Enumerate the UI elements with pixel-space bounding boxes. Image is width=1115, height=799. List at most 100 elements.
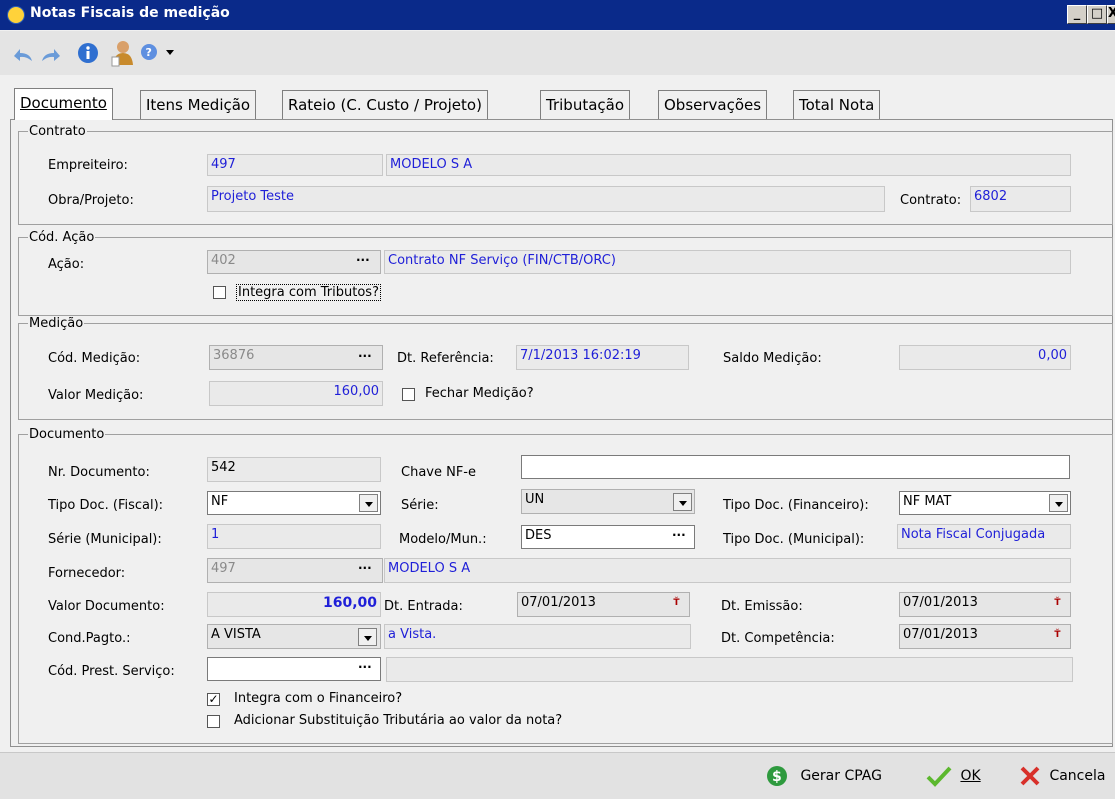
integra-tributos-checkbox[interactable] bbox=[213, 286, 226, 299]
contrato-label: Contrato: bbox=[900, 193, 962, 208]
valor-medicao-label: Valor Medição: bbox=[48, 388, 144, 403]
cond-pagto-label: Cond.Pagto.: bbox=[48, 631, 131, 646]
maximize-button[interactable]: □ bbox=[1087, 5, 1107, 24]
dt-entrada-field[interactable]: 07/01/2013 bbox=[517, 592, 690, 617]
fornecedor-code-field[interactable]: 497 bbox=[207, 558, 383, 583]
fechar-medicao-checkbox[interactable] bbox=[402, 388, 415, 401]
group-contrato-legend: Contrato bbox=[28, 124, 87, 139]
serie-dropdown-icon[interactable] bbox=[673, 493, 692, 511]
dt-emissao-label: Dt. Emissão: bbox=[721, 599, 803, 614]
tab-total-nota[interactable]: Total Nota bbox=[793, 90, 881, 119]
modelo-mun-input[interactable]: DES bbox=[521, 525, 695, 549]
dt-entrada-calendar-icon[interactable]: Ť bbox=[668, 595, 685, 612]
x-icon bbox=[1020, 766, 1040, 786]
dt-competencia-field[interactable]: 07/01/2013 bbox=[899, 624, 1071, 649]
substituicao-tributaria-label: Adicionar Substituição Tributária ao val… bbox=[234, 713, 563, 728]
acao-desc-field[interactable]: Contrato NF Serviço (FIN/CTB/ORC) bbox=[384, 250, 1071, 274]
undo-icon[interactable] bbox=[10, 44, 34, 64]
tab-documento[interactable]: Documento bbox=[14, 88, 113, 120]
group-medicao-legend: Medição bbox=[28, 316, 85, 331]
empreiteiro-code-field[interactable]: 497 bbox=[207, 154, 383, 176]
obra-field[interactable]: Projeto Teste bbox=[207, 186, 885, 212]
acao-lookup-button[interactable]: ··· bbox=[356, 253, 370, 267]
saldo-medicao-field[interactable]: 0,00 bbox=[899, 345, 1071, 370]
dt-competencia-calendar-icon[interactable]: Ť bbox=[1049, 627, 1066, 644]
dt-referencia-field[interactable]: 7/1/2013 16:02:19 bbox=[516, 345, 689, 370]
window-title: Notas Fiscais de medição bbox=[30, 5, 230, 21]
tipo-doc-financeiro-dropdown-icon[interactable] bbox=[1049, 494, 1068, 512]
dt-emissao-field[interactable]: 07/01/2013 bbox=[899, 592, 1071, 617]
redo-icon[interactable] bbox=[40, 44, 64, 64]
group-documento-legend: Documento bbox=[28, 427, 106, 442]
group-medicao bbox=[18, 323, 1113, 420]
integra-financeiro-checkbox[interactable]: ✓ bbox=[207, 693, 220, 706]
obra-label: Obra/Projeto: bbox=[48, 193, 134, 208]
tipo-doc-municipal-field[interactable]: Nota Fiscal Conjugada bbox=[897, 524, 1071, 549]
tipo-doc-financeiro-select[interactable]: NF MAT bbox=[899, 491, 1071, 515]
cod-prest-servico-input[interactable] bbox=[207, 657, 381, 681]
close-button[interactable]: X bbox=[1107, 5, 1115, 24]
group-acao bbox=[18, 237, 1113, 316]
user-icon[interactable] bbox=[110, 39, 136, 67]
cod-medicao-label: Cód. Medição: bbox=[48, 351, 141, 366]
serie-municipal-field[interactable]: 1 bbox=[207, 524, 381, 549]
tipo-doc-fiscal-label: Tipo Doc. (Fiscal): bbox=[48, 498, 164, 513]
integra-financeiro-label: Integra com o Financeiro? bbox=[234, 691, 403, 706]
cod-prest-servico-desc-field[interactable] bbox=[386, 657, 1073, 682]
ok-button[interactable]: OK bbox=[926, 765, 981, 787]
group-documento bbox=[18, 434, 1113, 744]
fechar-medicao-label: Fechar Medição? bbox=[425, 386, 534, 401]
cod-medicao-field[interactable]: 36876 bbox=[209, 345, 383, 370]
dt-competencia-label: Dt. Competência: bbox=[721, 631, 835, 646]
cod-prest-servico-label: Cód. Prest. Serviço: bbox=[48, 664, 175, 679]
tab-observacoes[interactable]: Observações bbox=[658, 90, 768, 119]
money-icon: $ bbox=[767, 766, 787, 786]
checkmark-icon bbox=[926, 766, 952, 787]
valor-medicao-field[interactable]: 160,00 bbox=[209, 381, 383, 406]
fornecedor-lookup-button[interactable]: ··· bbox=[358, 561, 372, 575]
valor-documento-label: Valor Documento: bbox=[48, 599, 165, 614]
tipo-doc-municipal-label: Tipo Doc. (Municipal): bbox=[723, 532, 865, 547]
help-icon[interactable]: ? bbox=[140, 43, 180, 63]
cond-pagto-desc-field[interactable]: a Vista. bbox=[384, 624, 691, 649]
title-bar: Notas Fiscais de medição _ □ X bbox=[0, 0, 1115, 30]
dt-referencia-label: Dt. Referência: bbox=[397, 351, 494, 366]
valor-documento-field[interactable]: 160,00 bbox=[207, 592, 381, 617]
fornecedor-name-field[interactable]: MODELO S A bbox=[384, 558, 1071, 583]
fornecedor-label: Fornecedor: bbox=[48, 566, 126, 581]
nr-documento-field[interactable]: 542 bbox=[207, 457, 381, 482]
toolbar: ? bbox=[0, 31, 1115, 75]
serie-select[interactable]: UN bbox=[521, 489, 695, 514]
cond-pagto-select[interactable]: A VISTA bbox=[207, 624, 381, 649]
substituicao-tributaria-checkbox[interactable] bbox=[207, 715, 220, 728]
info-icon[interactable] bbox=[76, 41, 100, 65]
dt-entrada-label: Dt. Entrada: bbox=[384, 599, 463, 614]
contrato-field[interactable]: 6802 bbox=[970, 186, 1071, 212]
serie-label: Série: bbox=[401, 498, 439, 513]
group-acao-legend: Cód. Ação bbox=[28, 230, 96, 245]
tipo-doc-fiscal-select[interactable]: NF bbox=[207, 491, 381, 515]
cod-medicao-lookup-button[interactable]: ··· bbox=[358, 349, 372, 363]
tab-tributacao[interactable]: Tributação bbox=[540, 90, 631, 119]
tipo-doc-financeiro-label: Tipo Doc. (Financeiro): bbox=[723, 498, 869, 513]
app-icon bbox=[7, 6, 25, 24]
empreiteiro-name-field[interactable]: MODELO S A bbox=[386, 154, 1071, 176]
dt-emissao-calendar-icon[interactable]: Ť bbox=[1049, 595, 1066, 612]
serie-municipal-label: Série (Municipal): bbox=[48, 532, 162, 547]
svg-text:?: ? bbox=[146, 46, 152, 59]
minimize-button[interactable]: _ bbox=[1067, 5, 1087, 24]
tab-itens-medicao[interactable]: Itens Medição bbox=[140, 90, 257, 119]
empreiteiro-label: Empreiteiro: bbox=[48, 158, 128, 173]
cancela-button[interactable]: Cancela bbox=[1019, 765, 1105, 787]
chave-nfe-input[interactable] bbox=[521, 455, 1070, 479]
cod-prest-servico-lookup-button[interactable]: ··· bbox=[358, 660, 372, 674]
modelo-mun-label: Modelo/Mun.: bbox=[399, 532, 487, 547]
tipo-doc-fiscal-dropdown-icon[interactable] bbox=[359, 494, 378, 512]
footer-bar: $ Gerar CPAG OK Cancela bbox=[0, 752, 1115, 799]
modelo-mun-lookup-button[interactable]: ··· bbox=[672, 528, 686, 542]
integra-tributos-label[interactable]: Integra com Tributos? bbox=[236, 284, 381, 301]
tab-rateio[interactable]: Rateio (C. Custo / Projeto) bbox=[282, 90, 488, 119]
cond-pagto-dropdown-icon[interactable] bbox=[358, 628, 377, 646]
gerar-cpag-button[interactable]: $ Gerar CPAG bbox=[766, 765, 882, 787]
acao-code-field[interactable]: 402 bbox=[207, 250, 381, 274]
